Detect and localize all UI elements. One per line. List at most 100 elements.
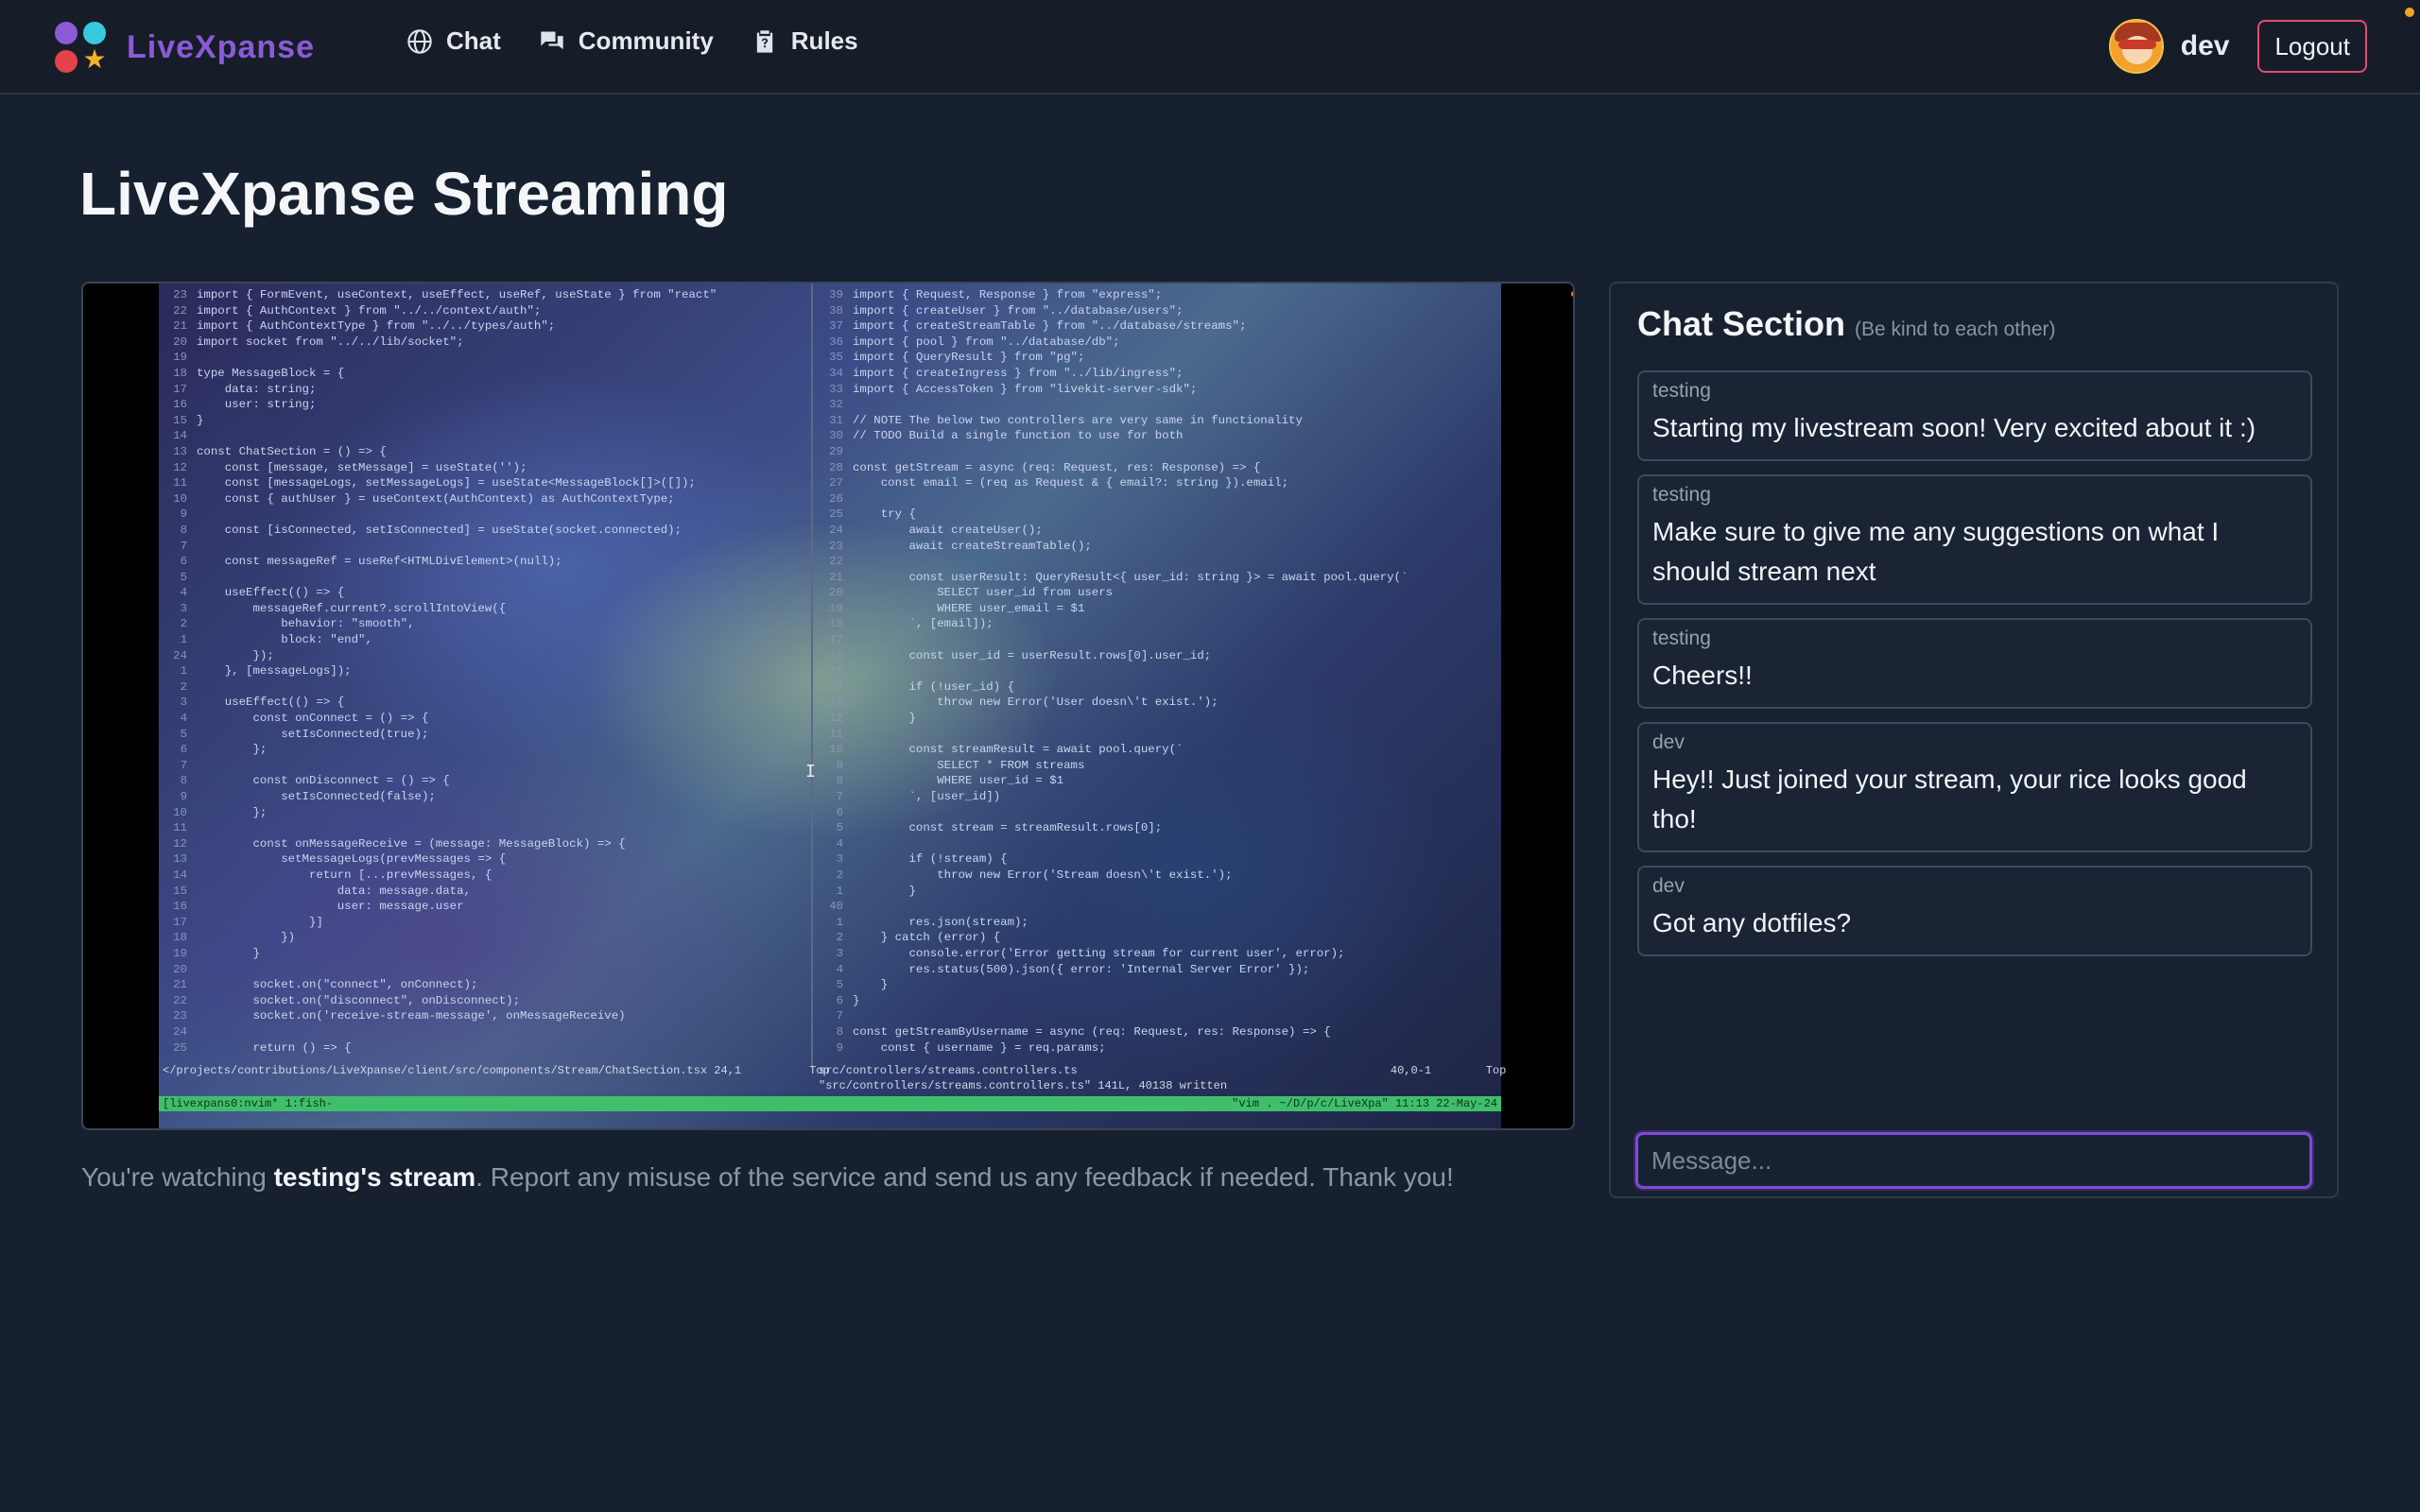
line-number: 3 bbox=[836, 852, 843, 867]
code-line: 17 bbox=[815, 632, 1499, 648]
code-line: 16 user: message.user bbox=[159, 899, 811, 915]
code-line: 7 bbox=[159, 758, 811, 774]
code-text: import { createUser } from "../database/… bbox=[853, 303, 1184, 318]
watching-suffix: . Report any misuse of the service and s… bbox=[475, 1162, 1454, 1192]
code-line: 4 bbox=[815, 836, 1499, 852]
code-text: } bbox=[197, 413, 204, 427]
message-text: Got any dotfiles? bbox=[1652, 908, 1852, 937]
line-number: 28 bbox=[829, 460, 843, 474]
nav-link-rules[interactable]: Rules bbox=[752, 26, 858, 56]
code-line: 1 block: "end", bbox=[159, 632, 811, 648]
line-number: 10 bbox=[173, 805, 187, 819]
line-number: 4 bbox=[180, 712, 187, 726]
stream-video-player[interactable]: 23 import { FormEvent, useContext, useEff… bbox=[81, 282, 1575, 1130]
globe-icon bbox=[407, 28, 432, 54]
logout-button[interactable]: Logout bbox=[2257, 20, 2367, 73]
code-line: 9 const { username } = req.params; bbox=[815, 1040, 1499, 1057]
code-line: 25 return () => { bbox=[159, 1040, 811, 1057]
code-line: 7 `, [user_id]) bbox=[815, 789, 1499, 805]
code-line: 34 import { createIngress } from "../lib/… bbox=[815, 366, 1499, 382]
line-number: 4 bbox=[836, 836, 843, 850]
code-line: 7 bbox=[815, 1008, 1499, 1024]
line-number: 23 bbox=[173, 288, 187, 301]
message-author: dev bbox=[1652, 875, 1685, 897]
message-text: Make sure to give me any suggestions on … bbox=[1652, 517, 2220, 586]
code-line: 14 return [...prevMessages, { bbox=[159, 868, 811, 884]
code-text: return () => { bbox=[197, 1040, 352, 1055]
code-line: 12 const [message, setMessage] = useStat… bbox=[159, 460, 811, 476]
line-number: 7 bbox=[180, 758, 187, 772]
avatar[interactable] bbox=[2108, 19, 2164, 74]
code-text: return [...prevMessages, { bbox=[197, 868, 493, 882]
code-line: 16 const user_id = userResult.rows[0].us… bbox=[815, 648, 1499, 664]
code-text: setIsConnected(false); bbox=[197, 790, 436, 803]
line-number: 21 bbox=[173, 319, 187, 334]
code-text: import { QueryResult } from "pg"; bbox=[853, 351, 1085, 365]
code-text: `, [email]); bbox=[853, 617, 994, 631]
line-number: 14 bbox=[173, 868, 187, 882]
line-number: 4 bbox=[836, 962, 843, 976]
code-line: 11 const [messageLogs, setMessageLogs] =… bbox=[159, 475, 811, 491]
code-text: const [isConnected, setIsConnected] = us… bbox=[197, 523, 683, 537]
line-number: 24 bbox=[173, 1024, 187, 1039]
line-number: 18 bbox=[829, 617, 843, 631]
code-line: 25 try { bbox=[815, 507, 1499, 523]
vim-message: "src/controllers/streams.controllers.ts"… bbox=[819, 1079, 1228, 1092]
line-number: 16 bbox=[173, 398, 187, 412]
code-text: setMessageLogs(prevMessages => { bbox=[197, 852, 507, 867]
line-number: 25 bbox=[173, 1040, 187, 1055]
code-line: 13 const ChatSection = () => { bbox=[159, 444, 811, 460]
code-line: 24 }); bbox=[159, 648, 811, 664]
line-number: 17 bbox=[173, 382, 187, 396]
line-number: 8 bbox=[180, 523, 187, 537]
code-line: 28 const getStream = async (req: Request,… bbox=[815, 460, 1499, 476]
code-text: user: message.user bbox=[197, 900, 464, 914]
text-cursor-icon: I bbox=[805, 762, 816, 782]
code-line: 16 user: string; bbox=[159, 397, 811, 413]
line-number: 18 bbox=[173, 931, 187, 945]
line-number: 11 bbox=[173, 821, 187, 835]
tmux-right: "vim . ~/D/p/c/LiveXpa" 11:13 22-May-24 bbox=[1232, 1097, 1497, 1110]
nav-link-community[interactable]: Community bbox=[539, 26, 714, 56]
code-line: 19 bbox=[159, 350, 811, 366]
code-text: const { username } = req.params; bbox=[853, 1040, 1106, 1055]
line-number: 1 bbox=[180, 664, 187, 679]
code-line: 4 useEffect(() => { bbox=[159, 585, 811, 601]
line-number: 2 bbox=[836, 868, 843, 882]
message-input[interactable] bbox=[1635, 1132, 2312, 1189]
code-text: const userResult: QueryResult<{ user_id:… bbox=[853, 570, 1409, 584]
chat-message: testing Make sure to give me any suggest… bbox=[1637, 474, 2312, 605]
code-line: 2 throw new Error('Stream doesn\'t exist… bbox=[815, 868, 1499, 884]
message-text: Cheers!! bbox=[1652, 661, 1753, 690]
line-number: 14 bbox=[173, 429, 187, 443]
code-text: }, [messageLogs]); bbox=[197, 664, 352, 679]
code-line: 8 const [isConnected, setIsConnected] = … bbox=[159, 523, 811, 539]
code-line: 10 const { authUser } = useContext(AuthC… bbox=[159, 491, 811, 507]
code-text: console.error('Error getting stream for … bbox=[853, 946, 1345, 960]
brand-logo[interactable]: ★ LiveXpanse bbox=[51, 17, 315, 77]
line-number: 37 bbox=[829, 319, 843, 334]
code-text: const user_id = userResult.rows[0].user_… bbox=[853, 648, 1212, 662]
line-number: 13 bbox=[829, 696, 843, 710]
nav-link-chat[interactable]: Chat bbox=[406, 26, 501, 56]
stream-screen: 23 import { FormEvent, useContext, useEff… bbox=[159, 284, 1573, 1128]
chat-subtitle: (Be kind to each other) bbox=[1855, 318, 2056, 340]
code-text: import { Request, Response } from "expre… bbox=[853, 288, 1163, 301]
code-text: }; bbox=[197, 743, 268, 757]
chat-message: dev Hey!! Just joined your stream, your … bbox=[1637, 722, 2312, 852]
nav-links: Chat Community Rules bbox=[406, 26, 858, 56]
line-number: 1 bbox=[180, 633, 187, 647]
brand-name: LiveXpanse bbox=[127, 28, 315, 65]
code-text: import socket from "../../lib/socket"; bbox=[197, 335, 464, 349]
code-line: 2 } catch (error) { bbox=[815, 930, 1499, 946]
code-line: 21 import { AuthContextType } from "../..… bbox=[159, 318, 811, 335]
line-number: 10 bbox=[173, 491, 187, 506]
code-line: 18 type MessageBlock = { bbox=[159, 366, 811, 382]
code-text: const [messageLogs, setMessageLogs] = us… bbox=[197, 476, 696, 490]
code-text: const onDisconnect = () => { bbox=[197, 774, 450, 788]
line-number: 30 bbox=[829, 429, 843, 443]
code-text: } bbox=[853, 993, 860, 1007]
code-line: 17 data: string; bbox=[159, 382, 811, 398]
clipboard-icon bbox=[756, 29, 772, 53]
line-number: 5 bbox=[836, 978, 843, 992]
